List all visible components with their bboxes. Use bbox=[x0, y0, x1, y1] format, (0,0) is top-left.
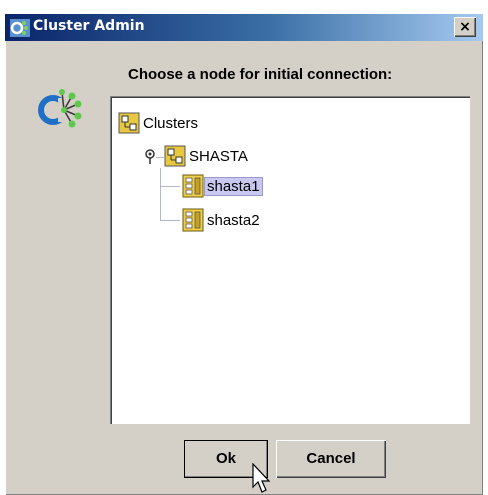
cluster-logo-icon bbox=[38, 89, 82, 128]
tree-connector bbox=[156, 157, 164, 158]
window-title: Cluster Admin bbox=[33, 18, 145, 34]
tree-connector bbox=[160, 220, 180, 221]
server-icon bbox=[182, 208, 204, 232]
tree-item-shasta1[interactable]: shasta1 bbox=[182, 174, 263, 198]
cluster-admin-app-icon bbox=[10, 19, 30, 37]
tree-item-shasta2[interactable]: shasta2 bbox=[182, 208, 263, 232]
tree-item-label: SHASTA bbox=[189, 147, 248, 165]
cluster-tree[interactable]: Clusters SHASTA shasta1 shasta2 bbox=[110, 96, 470, 424]
tree-connector bbox=[160, 168, 161, 220]
mouse-pointer-icon bbox=[252, 463, 271, 493]
cluster-admin-window: Cluster Admin × Choose a node for initia… bbox=[0, 0, 488, 495]
expand-pin-icon[interactable] bbox=[143, 149, 157, 165]
tree-item-label: Clusters bbox=[143, 114, 199, 132]
tree-item-label: shasta2 bbox=[207, 211, 260, 229]
close-button[interactable]: × bbox=[454, 17, 476, 37]
cluster-folder-icon bbox=[118, 112, 140, 134]
tree-connector bbox=[160, 186, 180, 187]
tree-item-shasta[interactable]: SHASTA bbox=[164, 145, 251, 167]
tree-item-clusters[interactable]: Clusters bbox=[118, 112, 201, 134]
tree-item-label: shasta1 bbox=[204, 176, 263, 196]
cancel-button[interactable]: Cancel bbox=[276, 440, 386, 478]
server-icon bbox=[182, 174, 204, 198]
dialog-prompt: Choose a node for initial connection: bbox=[128, 66, 393, 83]
cluster-folder-icon bbox=[164, 145, 186, 167]
